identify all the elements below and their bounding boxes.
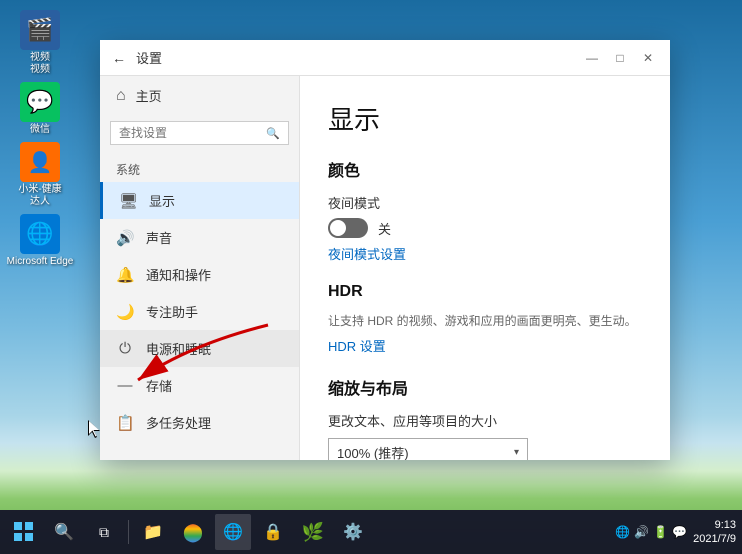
- start-button[interactable]: [6, 514, 42, 550]
- system-tray: 🌐 🔊 🔋 💬: [615, 525, 687, 539]
- night-mode-row: 关: [328, 218, 642, 238]
- sidebar-item-notification[interactable]: 🔔 通知和操作: [100, 256, 299, 293]
- window-title: 设置: [136, 48, 582, 67]
- power-icon: ⏻: [116, 340, 134, 357]
- taskbar-lock-button[interactable]: 🔒: [255, 514, 291, 550]
- green-icon: 🌿: [302, 522, 324, 543]
- sound-icon: 🔊: [116, 229, 134, 247]
- edge-icon: 🌐: [223, 522, 243, 542]
- scale-description: 更改文本、应用等项目的大小: [328, 411, 642, 430]
- scale-section: 缩放与布局 更改文本、应用等项目的大小 100% (推荐) ▾: [328, 375, 642, 460]
- hdr-settings-link[interactable]: HDR 设置: [328, 336, 642, 355]
- taskbar-search-button[interactable]: 🔍: [46, 514, 82, 550]
- taskbar-taskview-button[interactable]: ⧉: [86, 514, 122, 550]
- desktop-icon-edge[interactable]: 🌐 Microsoft Edge: [5, 214, 75, 268]
- home-icon: ⌂: [116, 87, 126, 105]
- focus-icon: 🌙: [116, 303, 134, 321]
- chevron-down-icon: ▾: [514, 447, 519, 458]
- sidebar-focus-label: 专注助手: [146, 302, 198, 321]
- taskbar-fileexplorer-button[interactable]: 📁: [135, 514, 171, 550]
- battery-icon[interactable]: 🔋: [653, 525, 668, 539]
- taskbar: 🔍 ⧉ 📁 ⬤ 🌐 🔒 🌿 ⚙️ 🌐 🔊: [0, 510, 742, 554]
- close-button[interactable]: ✕: [638, 48, 658, 68]
- clock-date: 2021/7/9: [693, 532, 736, 546]
- window-titlebar: ← 设置 — □ ✕: [100, 40, 670, 76]
- scale-dropdown-value: 100% (推荐): [337, 443, 409, 460]
- taskbar-edge-button[interactable]: 🌐: [215, 514, 251, 550]
- scale-heading: 缩放与布局: [328, 375, 642, 399]
- network-icon[interactable]: 🌐: [615, 525, 630, 539]
- page-title: 显示: [328, 100, 642, 137]
- desktop-icons-area: 🎬 视频视频 💬 微信 👤 小米-健康达人 🌐 Microsoft Edge: [0, 0, 80, 480]
- taskbar-divider: [128, 520, 129, 544]
- windows-logo-icon: [14, 522, 34, 542]
- sidebar-item-multitask[interactable]: 📋 多任务处理: [100, 404, 299, 441]
- toggle-knob: [330, 220, 346, 236]
- sidebar-search-box[interactable]: 🔍: [110, 121, 289, 145]
- taskbar-chrome-button[interactable]: ⬤: [175, 514, 211, 550]
- desktop-icon-label: 视频视频: [30, 52, 50, 76]
- desktop-icon-video[interactable]: 🎬 视频视频: [5, 10, 75, 76]
- notification-icon: 🔔: [116, 266, 134, 284]
- hdr-heading: HDR: [328, 283, 642, 301]
- hdr-description: 让支持 HDR 的视频、游戏和应用的画面更明亮、更生动。: [328, 313, 642, 330]
- sidebar-sound-label: 声音: [146, 228, 172, 247]
- sidebar-display-label: 显示: [149, 191, 175, 210]
- taskbar-clock[interactable]: 9:13 2021/7/9: [693, 518, 736, 547]
- sidebar-home-button[interactable]: ⌂ 主页: [100, 76, 299, 115]
- hdr-section: HDR 让支持 HDR 的视频、游戏和应用的画面更明亮、更生动。 HDR 设置: [328, 283, 642, 355]
- night-mode-value: 关: [378, 219, 391, 238]
- search-icon: 🔍: [54, 522, 74, 542]
- settings-gear-icon: ⚙️: [343, 522, 363, 542]
- chrome-icon: ⬤: [183, 522, 203, 543]
- taskview-icon: ⧉: [99, 524, 109, 541]
- window-body: ⌂ 主页 🔍 系统 🖥 显示 🔊 声音 🔔: [100, 76, 670, 460]
- sidebar-multitask-label: 多任务处理: [146, 413, 211, 432]
- taskbar-settings-button[interactable]: ⚙️: [335, 514, 371, 550]
- desktop: 🎬 视频视频 💬 微信 👤 小米-健康达人 🌐 Microsoft Edge: [0, 0, 742, 554]
- fileexplorer-icon: 📁: [143, 522, 163, 542]
- taskbar-green-button[interactable]: 🌿: [295, 514, 331, 550]
- sidebar-item-display[interactable]: 🖥 显示: [100, 182, 299, 219]
- lock-icon: 🔒: [263, 522, 283, 542]
- sidebar-power-label: 电源和睡眠: [146, 339, 211, 358]
- notification-icon[interactable]: 💬: [672, 525, 687, 539]
- settings-sidebar: ⌂ 主页 🔍 系统 🖥 显示 🔊 声音 🔔: [100, 76, 300, 460]
- desktop-icon-label: 小米-健康达人: [18, 184, 61, 208]
- desktop-icon-label: 微信: [30, 124, 50, 136]
- color-section-heading: 颜色: [328, 157, 642, 181]
- volume-icon[interactable]: 🔊: [634, 525, 649, 539]
- window-controls: — □ ✕: [582, 48, 658, 68]
- sidebar-item-focus[interactable]: 🌙 专注助手: [100, 293, 299, 330]
- minimize-button[interactable]: —: [582, 48, 602, 68]
- desktop-icon-label: Microsoft Edge: [7, 256, 74, 268]
- taskbar-right: 🌐 🔊 🔋 💬 9:13 2021/7/9: [615, 518, 736, 547]
- back-button[interactable]: ←: [112, 50, 126, 66]
- desktop-icon-xiaomi[interactable]: 👤 小米-健康达人: [5, 142, 75, 208]
- night-mode-settings-link[interactable]: 夜间模式设置: [328, 244, 642, 263]
- night-mode-label: 夜间模式: [328, 193, 642, 212]
- sidebar-notification-label: 通知和操作: [146, 265, 211, 284]
- scale-dropdown[interactable]: 100% (推荐) ▾: [328, 438, 528, 460]
- clock-time: 9:13: [693, 518, 736, 532]
- sidebar-storage-label: 存储: [146, 376, 172, 395]
- night-mode-toggle[interactable]: [328, 218, 368, 238]
- sidebar-item-power[interactable]: ⏻ 电源和睡眠: [100, 330, 299, 367]
- settings-window: ← 设置 — □ ✕ ⌂ 主页 🔍 系统: [100, 40, 670, 460]
- sidebar-item-storage[interactable]: — 存储: [100, 367, 299, 404]
- storage-icon: —: [116, 377, 134, 394]
- sidebar-item-sound[interactable]: 🔊 声音: [100, 219, 299, 256]
- search-input[interactable]: [119, 126, 260, 140]
- desktop-icon-wechat[interactable]: 💬 微信: [5, 82, 75, 136]
- maximize-button[interactable]: □: [610, 48, 630, 68]
- multitask-icon: 📋: [116, 414, 134, 432]
- sidebar-section-label: 系统: [100, 151, 299, 182]
- search-icon: 🔍: [266, 127, 280, 140]
- display-icon: 🖥: [119, 192, 137, 210]
- home-label: 主页: [136, 86, 162, 105]
- settings-content: 显示 颜色 夜间模式 关 夜间模式设置 HDR 让支持 HDR 的视频、游戏和应…: [300, 76, 670, 460]
